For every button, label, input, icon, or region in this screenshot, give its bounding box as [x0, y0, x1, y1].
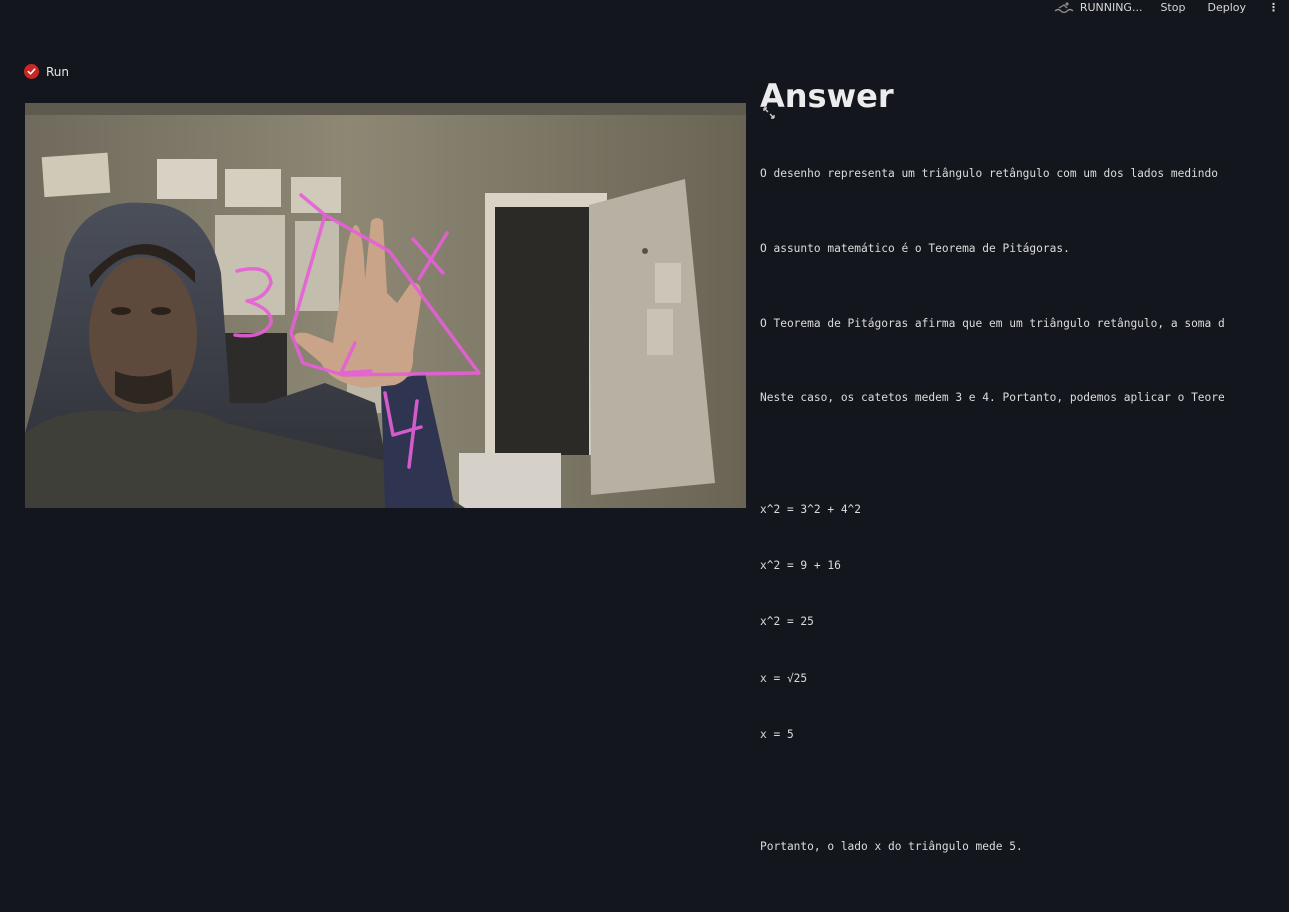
- answer-paragraph: Neste caso, os catetos medem 3 e 4. Port…: [760, 391, 1225, 405]
- deploy-button[interactable]: Deploy: [1207, 1, 1246, 14]
- answer-paragraph: O assunto matemático é o Teorema de Pitá…: [760, 242, 1070, 256]
- webcam-feed: [25, 103, 746, 508]
- stop-button[interactable]: Stop: [1160, 1, 1185, 14]
- expand-icon[interactable]: [762, 106, 776, 120]
- webcam-image: [25, 103, 746, 508]
- run-checkbox[interactable]: Run: [24, 64, 69, 79]
- math-line: x = 5: [760, 727, 794, 741]
- math-line: x^2 = 9 + 16: [760, 559, 841, 573]
- math-line: x^2 = 25: [760, 615, 814, 629]
- math-line: x = √25: [760, 671, 808, 685]
- running-status-text: RUNNING...: [1079, 0, 1143, 14]
- checkmark-icon: [24, 64, 39, 79]
- answer-paragraph: O desenho representa um triângulo retâng…: [760, 167, 1219, 181]
- answer-body: O desenho representa um triângulo retâng…: [760, 128, 1260, 912]
- run-label: Run: [46, 64, 70, 79]
- app-toolbar: RUNNING... Stop Deploy ⋮: [0, 0, 1289, 14]
- running-swimmer-icon: [1054, 2, 1074, 13]
- kebab-menu-icon[interactable]: ⋮: [1268, 1, 1279, 14]
- answer-paragraph: O Teorema de Pitágoras afirma que em um …: [760, 316, 1225, 330]
- running-status: RUNNING...: [1054, 0, 1143, 14]
- answer-panel: Answer O desenho representa um triângulo…: [760, 70, 1260, 912]
- answer-conclusion: Portanto, o lado x do triângulo mede 5.: [760, 839, 1023, 853]
- math-steps: x^2 = 3^2 + 4^2 x^2 = 9 + 16 x^2 = 25 x …: [760, 464, 1260, 782]
- math-line: x^2 = 3^2 + 4^2: [760, 503, 862, 517]
- answer-title: Answer: [760, 77, 894, 115]
